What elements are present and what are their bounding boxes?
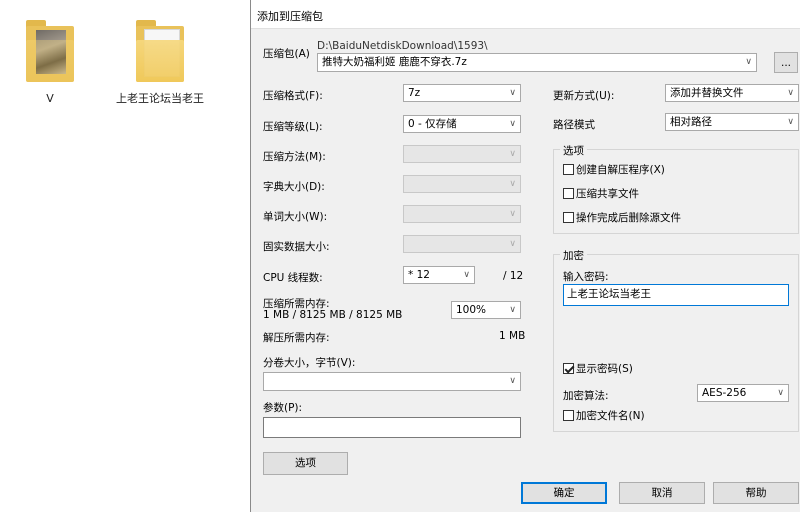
folder-icon [136, 20, 184, 82]
encrypt-names-checkbox[interactable]: 加密文件名(N) [563, 409, 645, 423]
cpu-select[interactable]: * 12 ∨ [403, 266, 475, 284]
format-label: 压缩格式(F): [263, 90, 323, 102]
delete-source-checkbox[interactable]: 操作完成后删除源文件 [563, 211, 681, 225]
volume-combo[interactable]: ∨ [263, 372, 521, 391]
chevron-down-icon: ∨ [509, 305, 516, 315]
mem-usage-value: 100% [456, 304, 487, 316]
volume-label: 分卷大小，字节(V): [263, 357, 356, 369]
chevron-down-icon: ∨ [509, 88, 516, 98]
desktop-icon-v[interactable]: V [5, 20, 95, 106]
archive-label: 压缩包(A) [263, 48, 310, 60]
checkbox-checked-icon [563, 363, 574, 374]
solid-label: 固实数据大小: [263, 241, 330, 253]
desktop-icon-label: V [46, 92, 54, 105]
mem-usage-select[interactable]: 100% ∨ [451, 301, 521, 319]
browse-button[interactable]: ... [774, 52, 798, 73]
pathmode-select[interactable]: 相对路径 ∨ [665, 113, 799, 131]
encryption-method-value: AES-256 [702, 387, 747, 399]
checkbox-icon [563, 188, 574, 199]
sfx-checkbox[interactable]: 创建自解压程序(X) [563, 163, 665, 177]
ok-button[interactable]: 确定 [521, 482, 607, 504]
chevron-down-icon: ∨ [787, 88, 794, 98]
mem-decompress-label: 解压所需内存: [263, 332, 330, 344]
delete-source-label: 操作完成后删除源文件 [576, 212, 681, 224]
dialog-title: 添加到压缩包 [257, 10, 323, 23]
checkbox-icon [563, 410, 574, 421]
options-button[interactable]: 选项 [263, 452, 348, 475]
help-button[interactable]: 帮助 [713, 482, 799, 504]
chevron-down-icon: ∨ [509, 149, 516, 159]
archive-name-combo[interactable]: 推特大奶福利姬 鹿鹿不穿衣.7z ∨ [317, 53, 757, 72]
encryption-method-label: 加密算法: [563, 390, 609, 402]
show-password-checkbox[interactable]: 显示密码(S) [563, 362, 633, 376]
update-label: 更新方式(U): [553, 90, 615, 102]
dict-label: 字典大小(D): [263, 181, 325, 193]
chevron-down-icon: ∨ [509, 209, 516, 219]
format-select[interactable]: 7z ∨ [403, 84, 521, 102]
options-group-title: 选项 [560, 143, 587, 158]
add-to-archive-dialog: 添加到压缩包 压缩包(A) D:\BaiduNetdiskDownload\15… [250, 0, 800, 512]
desktop-icon-folder[interactable]: 上老王论坛当老王 [115, 20, 205, 106]
shared-files-checkbox[interactable]: 压缩共享文件 [563, 187, 639, 201]
cancel-button[interactable]: 取消 [619, 482, 705, 504]
checkbox-icon [563, 164, 574, 175]
chevron-down-icon: ∨ [509, 376, 516, 386]
encryption-method-select[interactable]: AES-256 ∨ [697, 384, 789, 402]
chevron-down-icon: ∨ [787, 117, 794, 127]
sfx-label: 创建自解压程序(X) [576, 164, 665, 176]
encryption-group-title: 加密 [560, 248, 587, 263]
method-select[interactable]: ∨ [403, 145, 521, 163]
checkbox-icon [563, 212, 574, 223]
dialog-titlebar[interactable]: 添加到压缩包 [251, 0, 800, 29]
mem-compress-detail: 1 MB / 8125 MB / 8125 MB [263, 309, 403, 321]
pathmode-label: 路径模式 [553, 119, 595, 131]
desktop-icon-label: 上老王论坛当老王 [116, 92, 204, 105]
show-password-label: 显示密码(S) [576, 363, 633, 375]
cpu-value: * 12 [408, 269, 430, 281]
folder-icon [26, 20, 74, 82]
word-select[interactable]: ∨ [403, 205, 521, 223]
level-label: 压缩等级(L): [263, 121, 323, 133]
method-label: 压缩方法(M): [263, 151, 326, 163]
archive-name-value: 推特大奶福利姬 鹿鹿不穿衣.7z [322, 56, 467, 68]
word-label: 单词大小(W): [263, 211, 328, 223]
chevron-down-icon: ∨ [509, 239, 516, 249]
password-label: 输入密码: [563, 271, 609, 283]
encrypt-names-label: 加密文件名(N) [576, 410, 645, 422]
update-value: 添加并替换文件 [670, 87, 744, 99]
dict-select[interactable]: ∨ [403, 175, 521, 193]
cpu-label: CPU 线程数: [263, 272, 323, 284]
chevron-down-icon: ∨ [745, 57, 752, 67]
params-label: 参数(P): [263, 402, 303, 414]
chevron-down-icon: ∨ [463, 270, 470, 280]
archive-path: D:\BaiduNetdiskDownload\1593\ [317, 40, 488, 52]
shared-files-label: 压缩共享文件 [576, 188, 639, 200]
update-select[interactable]: 添加并替换文件 ∨ [665, 84, 799, 102]
password-input[interactable]: 上老王论坛当老王 [563, 284, 789, 306]
params-input[interactable] [263, 417, 521, 438]
chevron-down-icon: ∨ [509, 119, 516, 129]
mem-decompress-value: 1 MB [499, 330, 526, 342]
chevron-down-icon: ∨ [509, 179, 516, 189]
cpu-max: / 12 [503, 270, 524, 282]
chevron-down-icon: ∨ [777, 388, 784, 398]
level-value: 0 - 仅存储 [408, 118, 457, 130]
pathmode-value: 相对路径 [670, 116, 712, 128]
level-select[interactable]: 0 - 仅存储 ∨ [403, 115, 521, 133]
format-value: 7z [408, 87, 421, 99]
solid-select[interactable]: ∨ [403, 235, 521, 253]
